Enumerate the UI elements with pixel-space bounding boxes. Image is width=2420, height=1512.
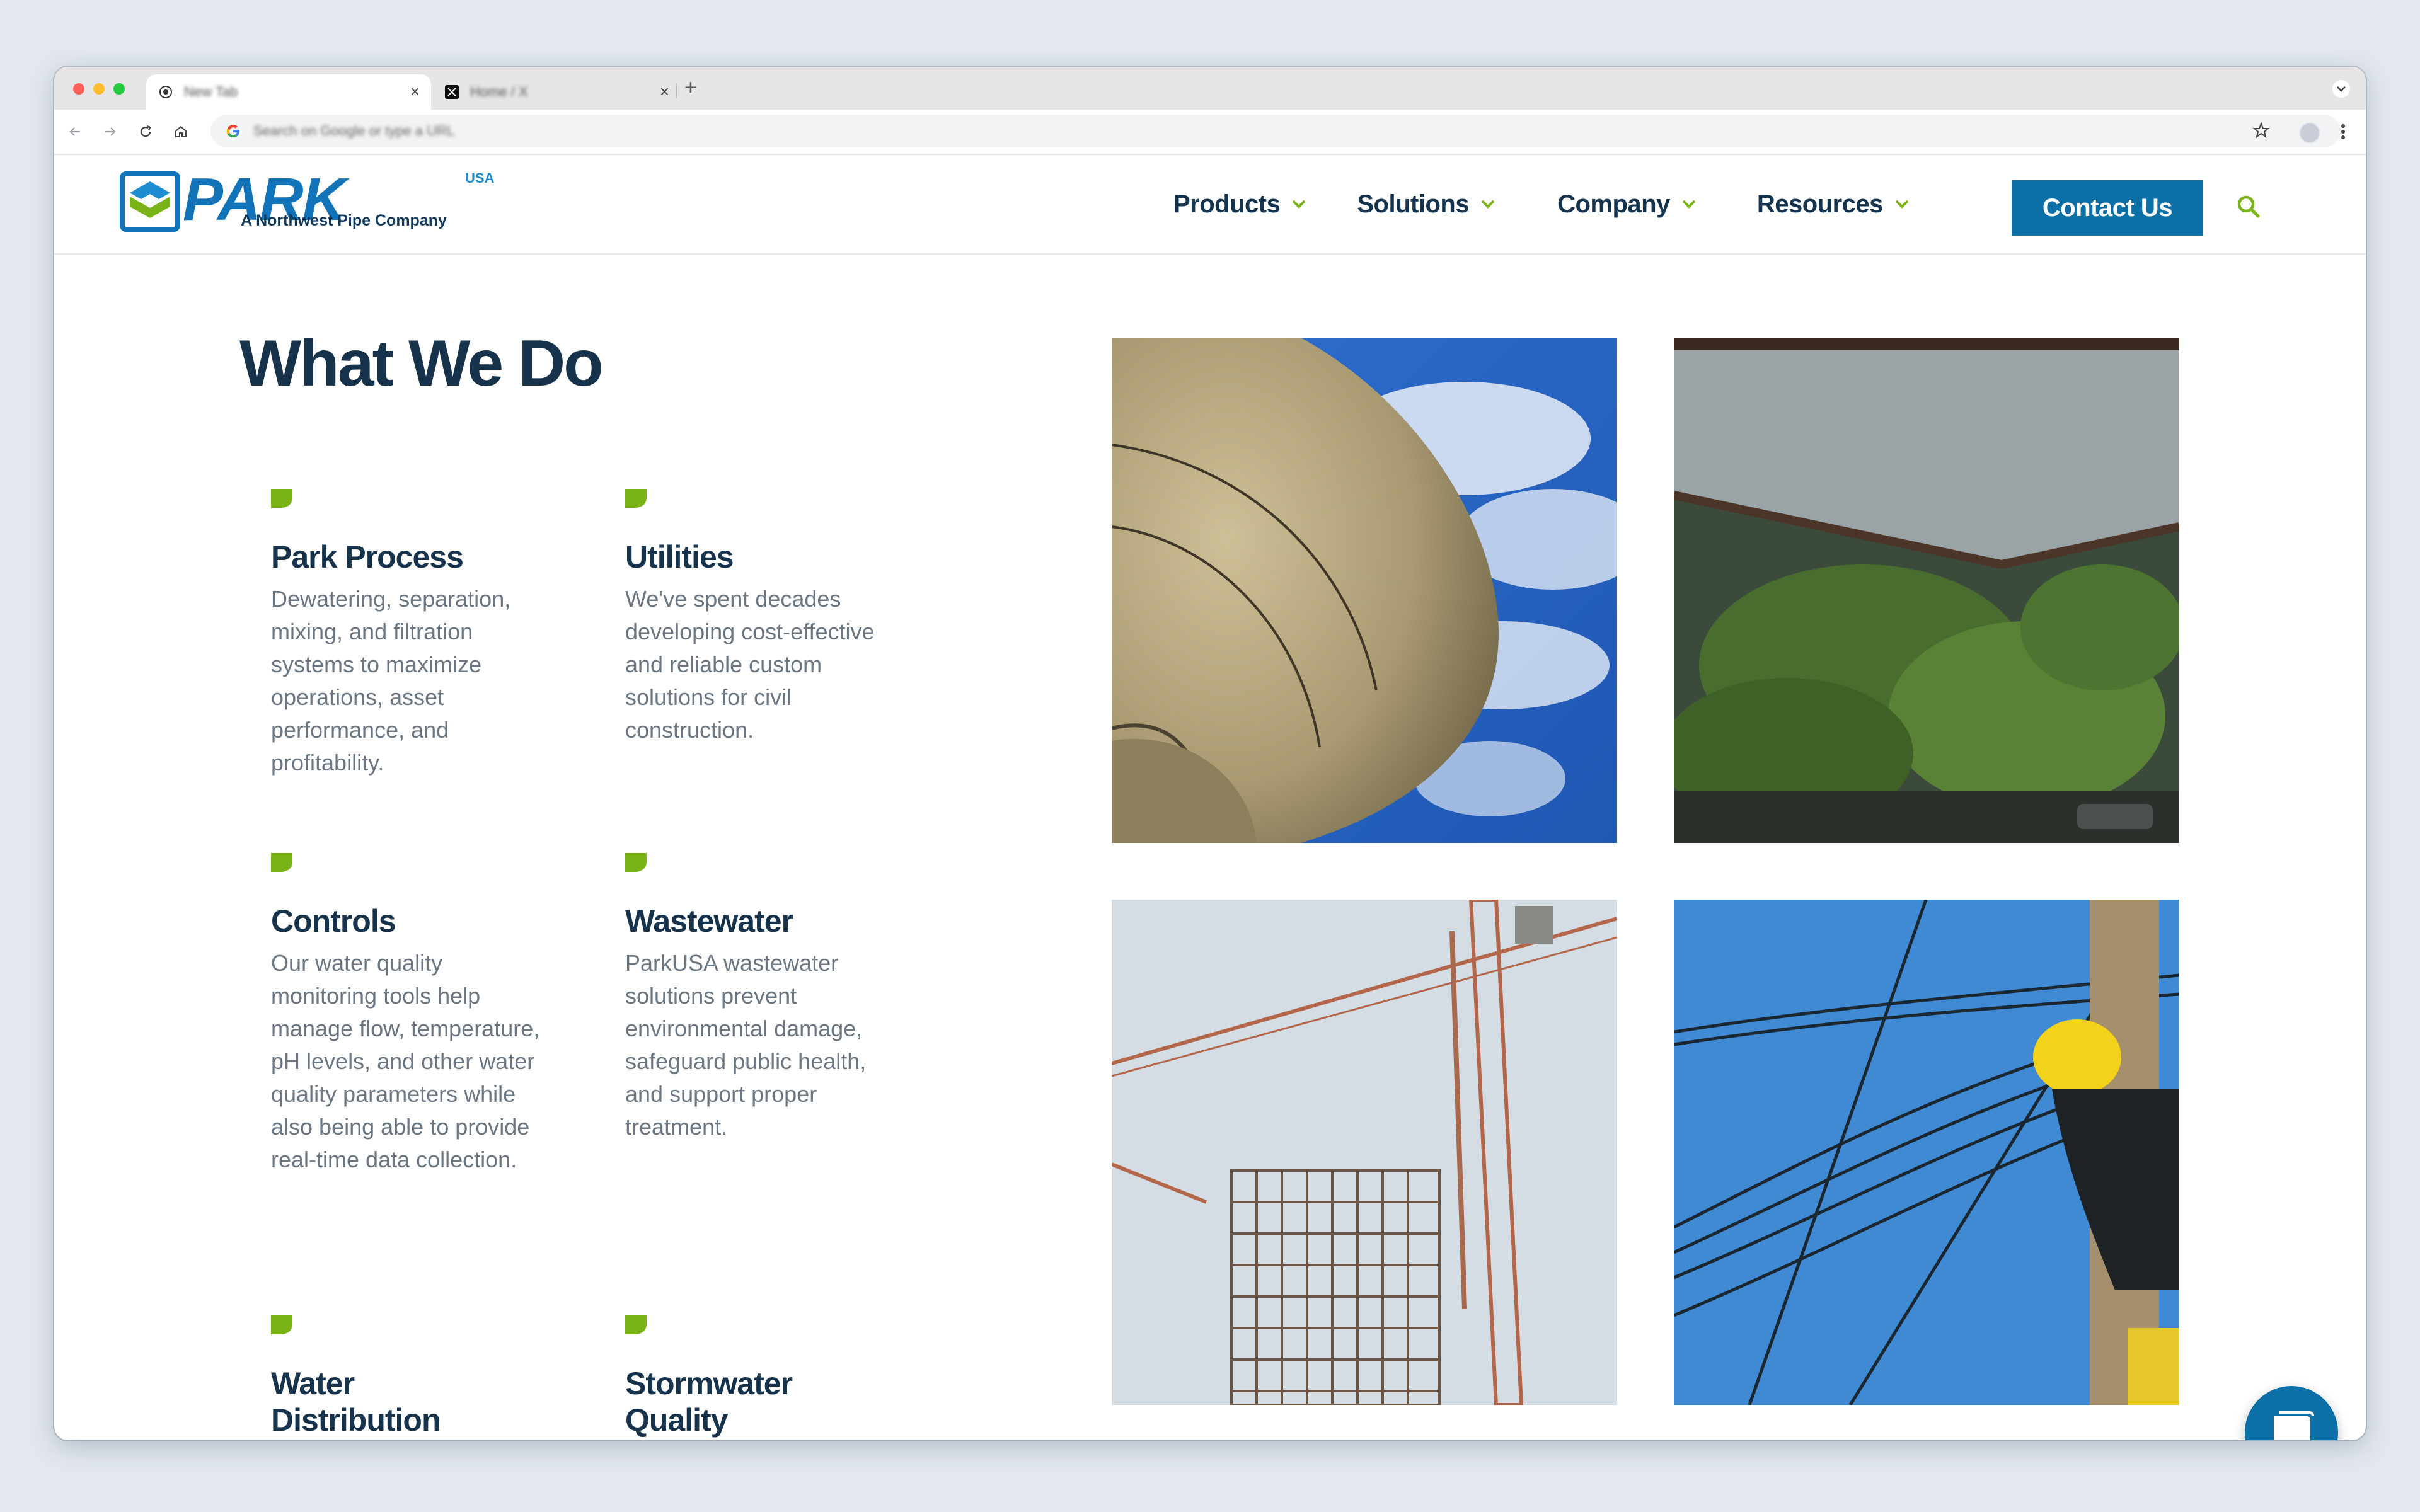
logo-usa: USA [465,170,495,186]
service-wastewater[interactable]: Wastewater ParkUSA wastewater solutions … [625,853,896,1143]
tab-search-icon[interactable] [2332,79,2351,98]
construction-cranes-image[interactable] [1112,900,1617,1405]
search-icon[interactable] [2236,194,2261,219]
green-leaf-icon [625,853,647,872]
home-icon[interactable] [170,121,192,142]
close-tab-icon[interactable]: × [410,82,420,101]
service-title: Water Distribution [271,1366,441,1438]
nav-company[interactable]: Company [1557,190,1697,219]
nav-label: Company [1557,190,1670,218]
chat-launcher-button[interactable] [2245,1386,2338,1440]
main-nav: Products Solutions Company Resources [1173,155,1910,253]
parkusa-logo[interactable]: PARK USA A Northwest Pipe Company [120,166,494,238]
tab-title: New Tab [184,84,238,100]
page-heading: What We Do [239,327,604,400]
park-logo-mark-icon [120,171,180,232]
chevron-down-icon [1292,200,1306,209]
rain-canopy-image[interactable] [1674,338,2179,843]
chevron-down-icon [1682,200,1696,209]
service-title: Stormwater Quality [625,1366,793,1438]
forward-icon[interactable] [100,121,121,142]
address-bar[interactable]: Search on Google or type a URL [210,115,2341,147]
nav-products[interactable]: Products [1173,190,1306,219]
maximize-window-button[interactable] [113,83,125,94]
service-text: We've spent decades developing cost-effe… [625,586,875,743]
contact-us-button[interactable]: Contact Us [2012,180,2203,236]
service-title: Wastewater [625,903,793,939]
site-header: PARK USA A Northwest Pipe Company Produc… [54,155,2366,255]
address-placeholder: Search on Google or type a URL [253,123,455,139]
service-utilities[interactable]: Utilities We've spent decades developing… [625,489,896,747]
service-water-distribution[interactable]: Water Distribution [271,1315,479,1438]
green-leaf-icon [625,489,647,508]
chrome-icon [159,85,173,99]
nav-resources[interactable]: Resources [1757,190,1910,219]
water-tower-image[interactable] [1112,338,1617,843]
close-tab-icon[interactable]: × [660,82,669,101]
nav-label: Resources [1756,190,1884,218]
tab-divider [676,83,677,98]
browser-toolbar: Search on Google or type a URL [54,110,2366,155]
utility-lineworker-image[interactable] [1674,900,2179,1405]
browser-tab-new-tab[interactable]: New Tab × [146,74,431,110]
profile-avatar[interactable] [2299,122,2320,144]
new-tab-icon[interactable]: + [684,76,697,100]
service-stormwater-quality[interactable]: Stormwater Quality [625,1315,833,1438]
green-leaf-icon [271,1315,292,1334]
nav-label: Solutions [1357,190,1470,218]
browser-menu-icon[interactable] [2339,120,2347,147]
chevron-down-icon [1481,200,1495,209]
tab-strip: New Tab × Home / X × + [54,67,2366,110]
back-icon[interactable] [64,121,86,142]
reload-icon[interactable] [135,121,156,142]
service-text: ParkUSA wastewater solutions prevent env… [625,950,867,1140]
service-title: Park Process [271,539,464,575]
browser-window: New Tab × Home / X × + Search on Google … [54,67,2366,1440]
service-controls[interactable]: Controls Our water quality monitoring to… [271,853,542,1176]
bookmark-star-icon[interactable] [2251,115,2271,151]
nav-solutions[interactable]: Solutions [1357,190,1495,219]
tab-title: Home / X [470,84,528,100]
green-leaf-icon [625,1315,647,1334]
logo-tagline: A Northwest Pipe Company [241,212,447,229]
service-park-process[interactable]: Park Process Dewatering, separation, mix… [271,489,542,779]
google-icon [226,125,239,137]
x-logo-icon [445,85,459,99]
minimize-window-button[interactable] [93,83,105,94]
green-leaf-icon [271,853,292,872]
nav-label: Products [1173,190,1281,218]
browser-tab-x[interactable]: Home / X × [432,74,678,110]
chevron-down-icon [1895,200,1909,209]
service-text: Our water quality monitoring tools help … [271,950,540,1172]
close-window-button[interactable] [73,83,84,94]
service-title: Controls [271,903,396,939]
service-text: Dewatering, separation, mixing, and filt… [271,586,511,776]
chat-bubble-icon [2274,1411,2314,1440]
service-title: Utilities [625,539,734,575]
green-leaf-icon [271,489,292,508]
